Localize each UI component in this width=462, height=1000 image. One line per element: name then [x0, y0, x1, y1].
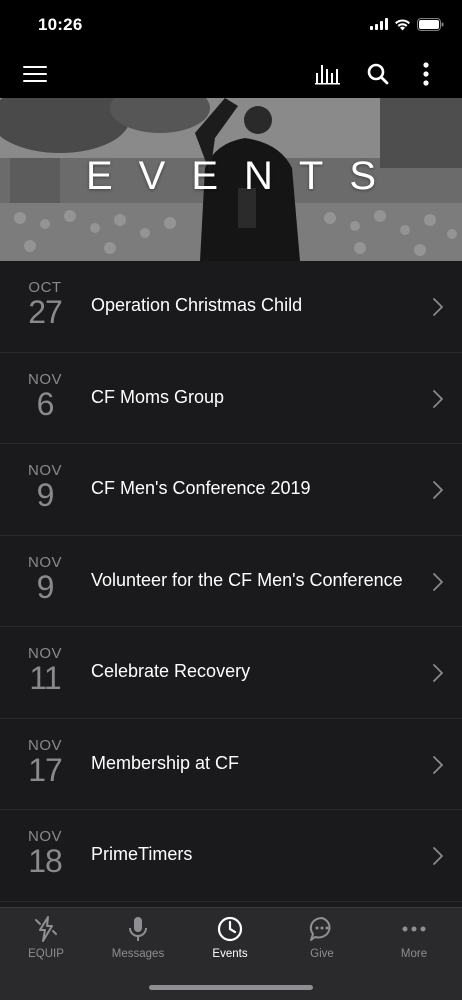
- event-title: CF Men's Conference 2019: [91, 478, 311, 498]
- event-day: 6: [36, 385, 55, 422]
- chevron-right-icon: [433, 572, 443, 591]
- wifi-icon: [395, 18, 410, 30]
- horizontal-dots-icon: [402, 926, 426, 932]
- status-bar: 10:26: [0, 0, 462, 50]
- tab-events[interactable]: Events: [184, 908, 276, 968]
- hero-banner: EVENTS: [0, 98, 462, 261]
- chevron-right-icon: [433, 298, 443, 316]
- event-row[interactable]: OCT 27 Operation Christmas Child: [0, 261, 462, 353]
- event-row[interactable]: NOV 9 CF Men's Conference 2019: [0, 444, 462, 536]
- more-options-button[interactable]: [410, 58, 442, 90]
- tab-label: Give: [310, 948, 334, 960]
- cellular-signal-icon: [370, 18, 388, 30]
- event-row[interactable]: NOV 11 Celebrate Recovery: [0, 627, 462, 719]
- event-month: NOV: [27, 553, 62, 571]
- hamburger-menu-icon: [23, 66, 47, 82]
- event-row[interactable]: NOV 18 PrimeTimers: [0, 810, 462, 902]
- event-date: NOV 17: [18, 737, 72, 786]
- event-month: NOV: [27, 370, 62, 388]
- tab-label: More: [400, 948, 428, 960]
- event-row[interactable]: NOV 9 Volunteer for the CF Men's Conferenc…: [0, 536, 462, 627]
- audio-bars-icon: [315, 65, 340, 85]
- home-indicator: [149, 985, 313, 990]
- lightning-icon: [35, 916, 57, 942]
- vertical-dots-icon: [423, 62, 429, 86]
- events-list: OCT 27 Operation Christmas Child NOV 6 CF Mom…: [0, 261, 462, 907]
- event-title: Membership at CF: [91, 752, 240, 773]
- event-title: Volunteer for the CF Men's Conference: [91, 569, 403, 590]
- event-title: Celebrate Recovery: [91, 661, 251, 681]
- event-day: 11: [29, 660, 61, 696]
- event-day: 9: [36, 568, 55, 605]
- audio-button[interactable]: [312, 58, 344, 90]
- search-button[interactable]: [362, 58, 394, 90]
- page-title: EVENTS: [85, 154, 403, 198]
- tab-label: Events: [212, 948, 248, 960]
- event-date: NOV 9: [18, 462, 72, 511]
- tab-equip[interactable]: EQUIP: [0, 908, 92, 968]
- event-month: NOV: [27, 736, 62, 754]
- microphone-icon: [129, 917, 147, 941]
- chevron-right-icon: [433, 755, 443, 774]
- chat-bubble-icon: [309, 916, 331, 941]
- chevron-right-icon: [433, 847, 443, 865]
- status-icons: [370, 17, 444, 31]
- event-date: OCT 27: [18, 279, 72, 328]
- event-date: NOV 11: [18, 645, 72, 694]
- status-time: 10:26: [38, 15, 83, 34]
- event-day: 9: [36, 477, 55, 513]
- event-title: Operation Christmas Child: [91, 295, 303, 315]
- event-date: NOV 6: [18, 371, 72, 420]
- chevron-right-icon: [433, 481, 443, 499]
- tab-messages[interactable]: Messages: [92, 908, 184, 968]
- tab-more[interactable]: More: [368, 908, 460, 968]
- event-title: CF Moms Group: [91, 386, 225, 407]
- event-row[interactable]: NOV 6 CF Moms Group: [0, 353, 462, 444]
- nav-bar: [0, 50, 462, 98]
- menu-button[interactable]: [19, 58, 51, 90]
- tab-label: Messages: [111, 948, 165, 960]
- event-date: NOV 18: [18, 828, 72, 877]
- event-day: 17: [28, 751, 63, 788]
- chevron-right-icon: [433, 664, 443, 682]
- search-icon: [367, 63, 389, 85]
- tab-give[interactable]: Give: [276, 908, 368, 968]
- event-title: PrimeTimers: [91, 844, 193, 864]
- clock-icon: [217, 916, 243, 942]
- chevron-right-icon: [433, 389, 443, 408]
- event-day: 27: [28, 294, 63, 330]
- event-date: NOV 9: [18, 554, 72, 603]
- event-day: 18: [28, 843, 63, 879]
- event-row[interactable]: NOV 17 Membership at CF: [0, 719, 462, 810]
- battery-icon: [417, 17, 444, 31]
- tab-label: EQUIP: [28, 948, 64, 960]
